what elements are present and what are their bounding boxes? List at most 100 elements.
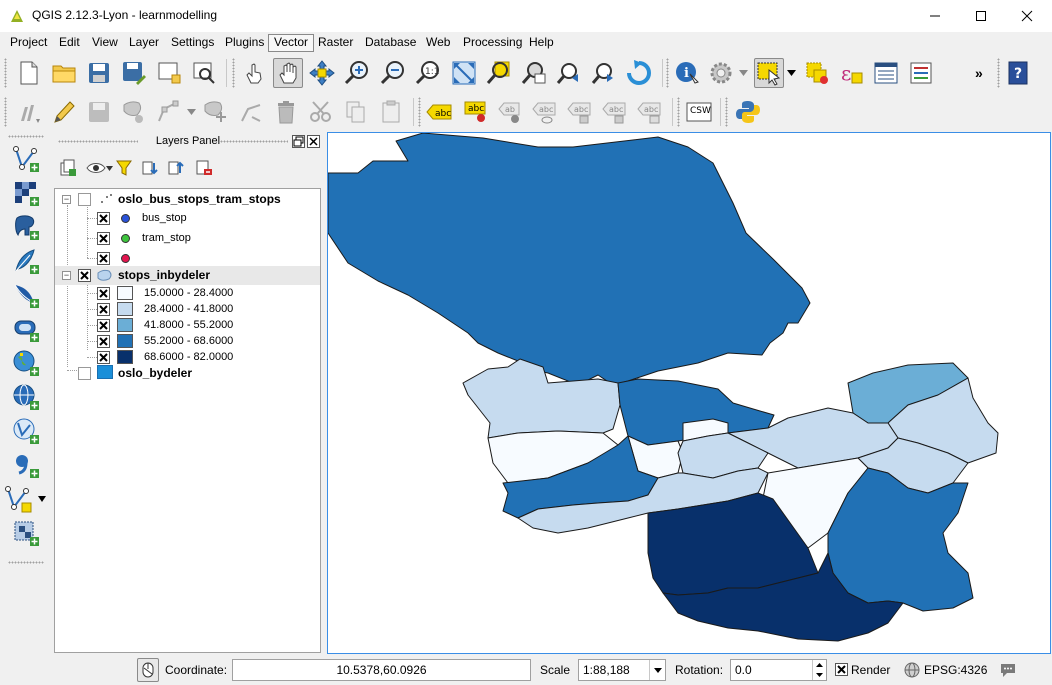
render-checkbox[interactable] [835, 663, 848, 676]
toolbar-grip[interactable] [232, 58, 235, 88]
legend-item-checkbox[interactable] [97, 232, 110, 245]
expand-all-button[interactable] [140, 158, 160, 178]
paste-features-button[interactable] [376, 97, 406, 127]
zoom-to-layer-button[interactable] [519, 58, 549, 88]
legend-item-tram-stop[interactable]: tram_stop [55, 229, 320, 248]
toolbar-grip[interactable] [997, 58, 1000, 88]
legend-item-checkbox[interactable] [97, 212, 110, 225]
toolbar-grip[interactable] [725, 97, 728, 127]
panel-float-button[interactable] [292, 135, 305, 148]
menu-database[interactable]: Database [360, 34, 421, 52]
toolbar-grip[interactable] [8, 135, 44, 138]
menu-raster[interactable]: Raster [313, 34, 358, 52]
toolbar-grip[interactable] [677, 97, 680, 127]
open-project-button[interactable] [49, 58, 79, 88]
save-as-button[interactable] [119, 58, 149, 88]
coordinate-field[interactable]: 10.5378,60.0926 [232, 659, 531, 681]
label-properties-button[interactable]: abc [635, 97, 665, 127]
layer-row-oslo-bydeler[interactable]: oslo_bydeler [55, 362, 320, 381]
toolbar-overflow-button[interactable]: » [975, 65, 983, 81]
crs-status-button[interactable]: EPSG:4326 [904, 661, 987, 679]
close-button[interactable] [1004, 0, 1050, 32]
new-layer-button[interactable] [4, 483, 48, 515]
save-project-button[interactable] [84, 58, 114, 88]
metasearch-csw-button[interactable]: CSW [684, 97, 714, 127]
toolbar-grip[interactable] [418, 97, 421, 127]
toggle-editing-button[interactable] [49, 97, 79, 127]
collapse-toggle[interactable]: − [62, 195, 71, 204]
rotate-label-button[interactable]: abc [565, 97, 595, 127]
menu-web[interactable]: Web [421, 34, 455, 52]
move-feature-button[interactable] [200, 97, 230, 127]
node-tool-button[interactable] [154, 97, 184, 127]
touch-zoom-button[interactable] [239, 58, 269, 88]
map-canvas[interactable] [327, 132, 1051, 654]
layer-visibility-checkbox[interactable] [78, 193, 91, 206]
menu-view[interactable]: View [87, 34, 123, 52]
layer-row-bus-tram-stops[interactable]: − oslo_bus_stops_tram_stops [55, 190, 320, 209]
maximize-button[interactable] [958, 0, 1004, 32]
remove-layer-button[interactable] [194, 158, 214, 178]
menu-help[interactable]: Help [524, 34, 559, 52]
action-dropdown-button[interactable] [736, 58, 750, 88]
toolbar-grip[interactable] [666, 58, 669, 88]
layer-visibility-checkbox[interactable] [78, 269, 91, 282]
menu-project[interactable]: Project [5, 34, 52, 52]
toolbar-grip[interactable] [8, 561, 44, 564]
add-postgis-layer-button[interactable] [10, 211, 42, 243]
visibility-dropdown[interactable] [104, 158, 114, 178]
expression-select-button[interactable]: ε [836, 58, 866, 88]
toolbar-grip[interactable] [4, 58, 7, 88]
district-polygon[interactable] [328, 133, 811, 386]
legend-item-checkbox[interactable] [97, 303, 110, 316]
add-wfs-layer-button[interactable] [10, 415, 42, 447]
zoom-native-button[interactable]: 1:1 [413, 58, 443, 88]
legend-item-checkbox[interactable] [97, 287, 110, 300]
zoom-out-button[interactable] [378, 58, 408, 88]
collapse-all-button[interactable] [166, 158, 186, 178]
toggle-extents-button[interactable] [137, 658, 159, 682]
current-edits-button[interactable] [14, 97, 44, 127]
legend-item-bus-stop[interactable]: bus_stop [55, 209, 320, 228]
zoom-full-button[interactable] [449, 58, 479, 88]
add-delimited-text-layer-button[interactable] [10, 449, 42, 481]
add-spatialite-layer-button[interactable] [10, 245, 42, 277]
python-console-button[interactable] [733, 97, 763, 127]
refresh-button[interactable] [624, 58, 654, 88]
rotate-feature-button[interactable] [236, 97, 266, 127]
filter-legend-button[interactable] [114, 158, 134, 178]
add-wms-layer-button[interactable] [10, 347, 42, 379]
delete-selected-button[interactable] [271, 97, 301, 127]
add-virtual-layer-button[interactable] [10, 517, 42, 549]
add-group-button[interactable] [58, 158, 78, 178]
add-vector-layer-button[interactable] [10, 143, 42, 175]
identify-features-button[interactable]: i [672, 58, 702, 88]
zoom-to-selection-button[interactable] [484, 58, 514, 88]
select-features-button[interactable] [754, 58, 784, 88]
run-feature-action-button[interactable] [706, 58, 736, 88]
legend-item-checkbox[interactable] [97, 335, 110, 348]
manage-visibility-button[interactable] [86, 158, 106, 178]
show-hide-labels-button[interactable]: ab [496, 97, 526, 127]
composer-manager-button[interactable] [189, 58, 219, 88]
layer-labeling-button[interactable]: abc [424, 97, 454, 127]
add-wcs-layer-button[interactable] [10, 381, 42, 413]
toolbar-grip[interactable] [4, 97, 7, 127]
legend-item-checkbox[interactable] [97, 319, 110, 332]
menu-plugins[interactable]: Plugins [220, 34, 269, 52]
save-edits-button[interactable] [84, 97, 114, 127]
zoom-last-button[interactable] [554, 58, 584, 88]
cut-features-button[interactable] [306, 97, 336, 127]
menu-vector[interactable]: Vector [268, 34, 315, 52]
scale-combobox[interactable]: 1:88,188 [578, 659, 666, 681]
zoom-in-button[interactable] [342, 58, 372, 88]
new-print-composer-button[interactable] [154, 58, 184, 88]
add-raster-layer-button[interactable] [10, 177, 42, 209]
selection-dropdown-button[interactable] [784, 58, 798, 88]
menu-processing[interactable]: Processing [458, 34, 527, 52]
scale-dropdown-button[interactable] [649, 660, 665, 680]
rotation-down-button[interactable] [812, 670, 826, 680]
add-feature-button[interactable] [119, 97, 149, 127]
change-label-button[interactable]: abc [600, 97, 630, 127]
attribute-table-button[interactable] [871, 58, 901, 88]
